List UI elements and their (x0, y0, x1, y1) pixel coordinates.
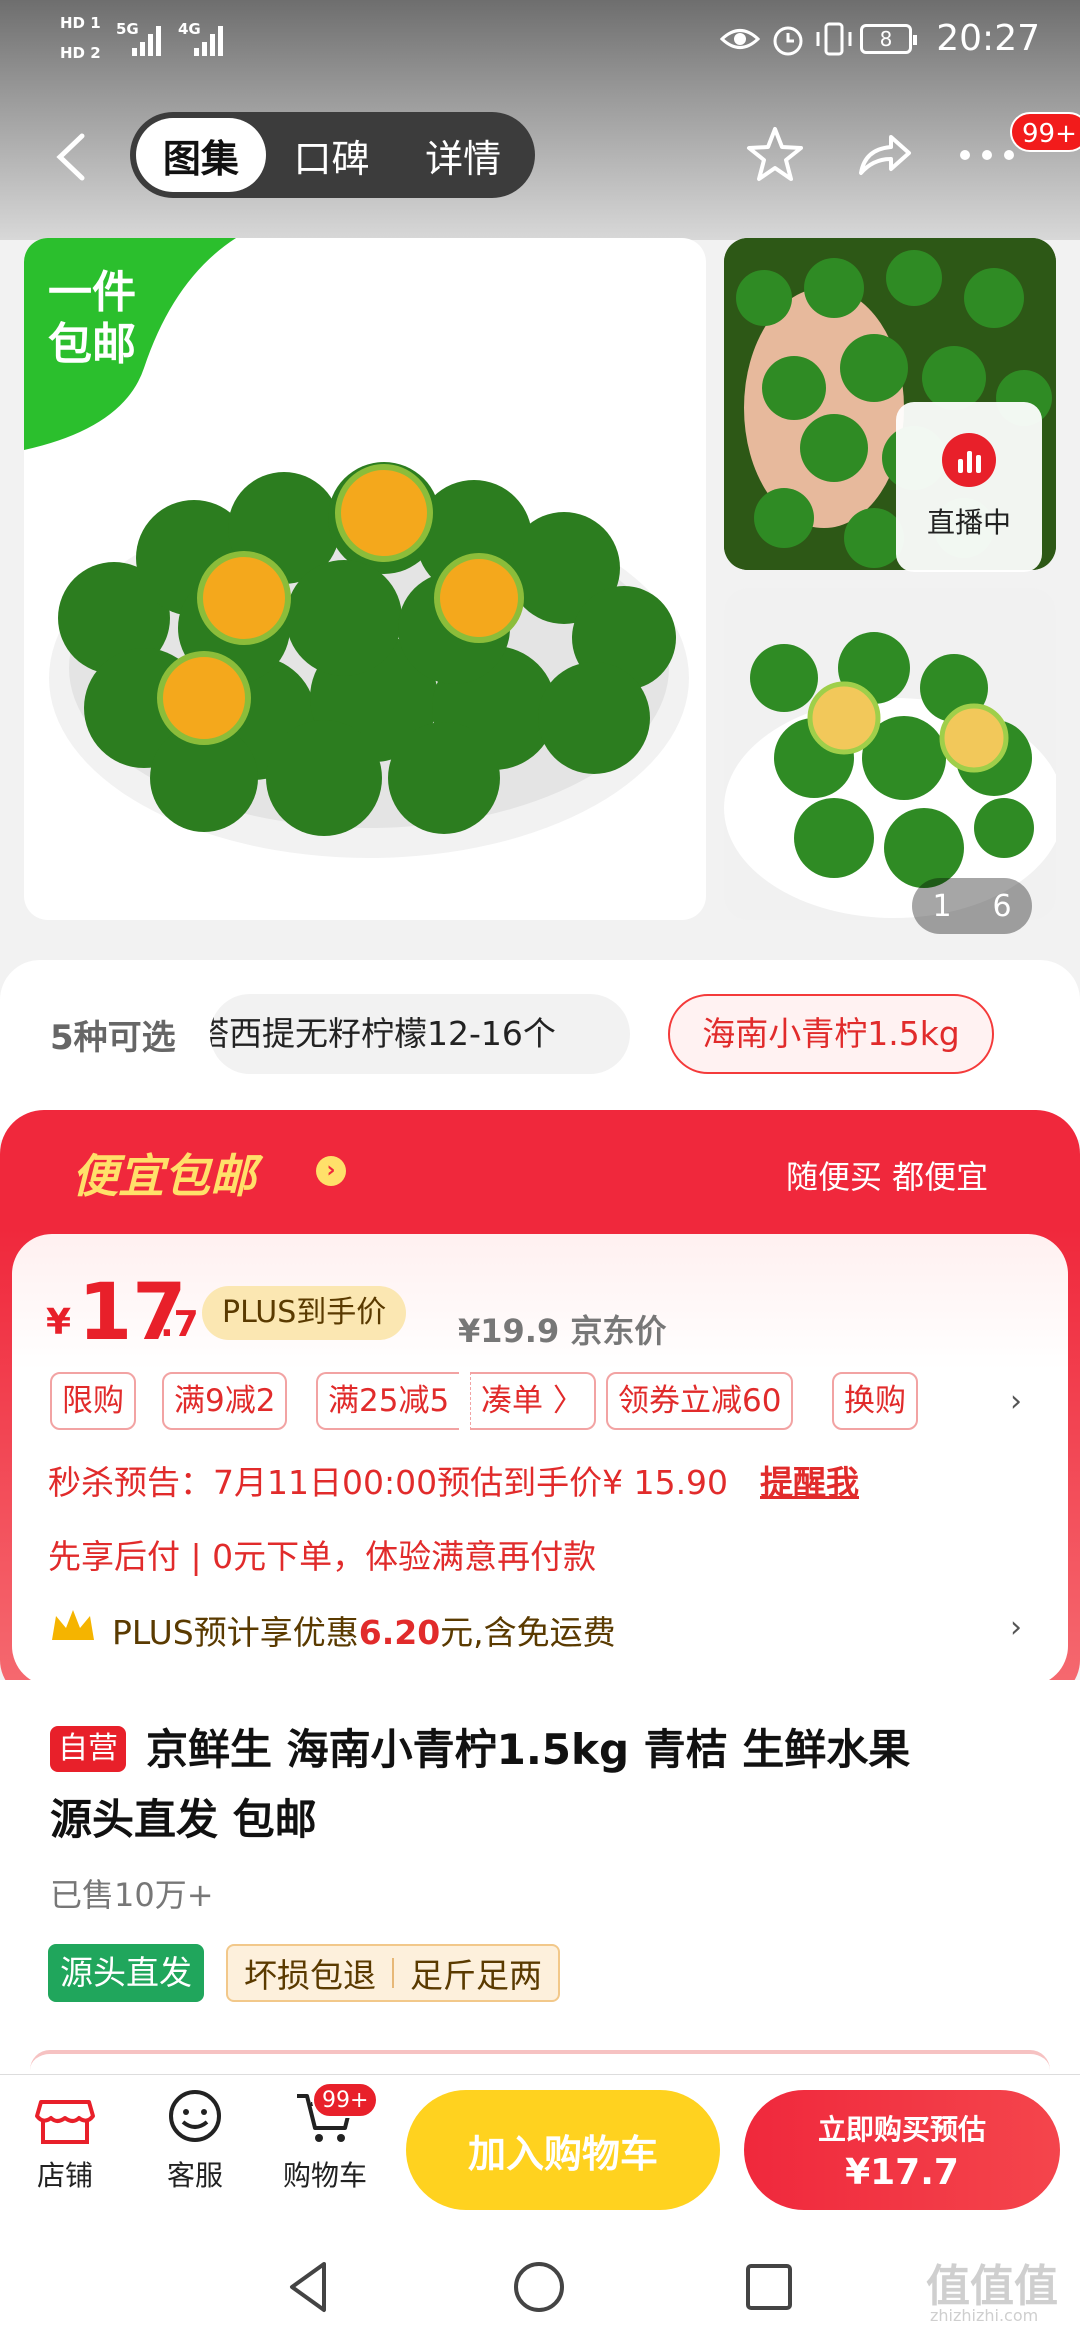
live-icon (942, 433, 996, 487)
variant-count: 5种可选 (50, 1018, 176, 1058)
counter-total: 6 (992, 888, 1012, 924)
tab-details[interactable]: 详情 (397, 118, 529, 192)
promo-line-2: 包邮 (48, 319, 136, 370)
promo-tag-limit[interactable]: 限购 (50, 1372, 136, 1430)
star-icon (747, 127, 803, 181)
variant-option-1[interactable]: 塔西提无籽柠檬12-16个 (210, 994, 630, 1074)
remind-me-link[interactable]: 提醒我 (760, 1456, 859, 1504)
crown-icon (52, 1610, 94, 1640)
shop-label: 店铺 (36, 2159, 93, 2192)
live-stream-badge[interactable]: 直播中 (896, 402, 1042, 572)
gallery-counter: 1 6 (912, 878, 1032, 934)
promo-slogan: 随便买 都便宜 (786, 1158, 989, 1196)
promo-tag-25-5[interactable]: 满25减5 (316, 1372, 460, 1430)
signal-bars-icon (132, 26, 161, 56)
service-label: 客服 (166, 2159, 223, 2192)
cart-count-badge: 99+ (312, 2082, 379, 2118)
plus-suffix: 元,含免运费 (440, 1613, 616, 1652)
add-to-cart-button[interactable]: 加入购物车 (406, 2090, 720, 2210)
promo-arrow-icon[interactable]: › (316, 1156, 346, 1186)
chat-icon (169, 2090, 221, 2142)
watermark-logo: 值值值 (926, 2261, 1058, 2312)
damage-refund-tag: 坏损包退 (244, 1956, 376, 1995)
favorite-button[interactable] (740, 120, 810, 190)
price-currency: ¥ (46, 1302, 72, 1343)
product-title-line-2: 源头直发 包邮 (50, 1795, 317, 1844)
service-tags[interactable]: 坏损包退 足斤足两 (226, 1944, 560, 2002)
direct-ship-tag: 源头直发 (48, 1944, 204, 2002)
live-label: 直播中 (926, 506, 1011, 539)
tab-reviews[interactable]: 口碑 (266, 118, 398, 192)
share-button[interactable] (848, 120, 918, 190)
plus-prefix: PLUS预计享优惠 (112, 1613, 359, 1652)
buy-now-price: ¥17.7 (845, 2151, 959, 2193)
pay-later-notice[interactable]: 先享后付 | 0元下单，体验满意再付款 (48, 1530, 596, 1578)
thumbnail-2[interactable] (724, 588, 1056, 920)
chevron-right-icon[interactable]: › (1010, 1610, 1022, 1645)
share-icon (859, 135, 911, 175)
status-bar: HD 1 HD 2 5G 4G 8 20:27 (0, 0, 1080, 80)
chevron-right-icon[interactable]: › (1010, 1384, 1022, 1419)
plus-price-tag: PLUS到手价 (202, 1286, 407, 1340)
network-hd1: HD 1 (60, 14, 101, 32)
battery-indicator: 8 (860, 24, 917, 54)
eye-icon (720, 29, 760, 49)
network-hd2: HD 2 (60, 44, 101, 62)
tab-gallery[interactable]: 图集 (136, 118, 266, 192)
signal-bars-2-icon (194, 26, 223, 56)
shop-icon (35, 2100, 95, 2144)
plus-benefit[interactable]: PLUS预计享优惠6.20元,含免运费 (112, 1606, 616, 1654)
chevron-left-icon (56, 133, 85, 181)
watermark-url: zhizhizhi.com (930, 2306, 1039, 2325)
vibrate-icon (816, 22, 852, 56)
price-decimal: .7 (160, 1304, 199, 1345)
promo-tag-9-2[interactable]: 满9减2 (162, 1372, 288, 1430)
alarm-icon (773, 26, 803, 56)
limes-bowl-illustration (724, 588, 1056, 920)
nav-home-icon[interactable] (504, 2252, 574, 2322)
sold-count: 已售10万+ (50, 1876, 214, 1914)
service-button[interactable]: 客服 (140, 2088, 250, 2194)
view-tabs: 图集 口碑 详情 (130, 112, 535, 198)
counter-current: 1 (932, 888, 952, 924)
buy-now-label: 立即购买预估 (817, 2112, 986, 2146)
promo-tag-coupon[interactable]: 领券立减60 (606, 1372, 794, 1430)
shop-button[interactable]: 店铺 (10, 2088, 120, 2194)
clock: 20:27 (936, 18, 1040, 59)
nav-back-icon[interactable] (274, 2252, 344, 2322)
jd-price: ¥19.9 京东价 (458, 1312, 667, 1350)
nav-recents-icon[interactable] (734, 2252, 804, 2322)
promo-tag-exchange[interactable]: 换购 (832, 1372, 918, 1430)
plus-amount: 6.20 (358, 1613, 441, 1652)
message-badge: 99+ (1010, 112, 1080, 152)
free-shipping-corner: 一件 包邮 (24, 238, 236, 450)
buy-now-button[interactable]: 立即购买预估 ¥17.7 (744, 2090, 1060, 2210)
variant-option-2-selected[interactable]: 海南小青柠1.5kg (668, 994, 994, 1074)
product-title-line-1: 京鲜生 海南小青柠1.5kg 青桔 生鲜水果 (146, 1725, 911, 1774)
full-weight-tag: 足斤足两 (410, 1956, 542, 1995)
back-button[interactable] (42, 122, 102, 192)
flash-sale-notice: 秒杀预告：7月11日00:00预估到手价¥ 15.90 (48, 1463, 729, 1502)
promo-tag-combine[interactable]: 凑单 〉 (470, 1372, 596, 1430)
more-dots-icon (960, 150, 1014, 160)
promo-title[interactable]: 便宜包邮 (72, 1140, 256, 1206)
variant-option-1-label: 塔西提无籽柠檬12-16个 (210, 1014, 556, 1053)
self-operated-badge: 自营 (50, 1726, 126, 1772)
cart-label: 购物车 (282, 2159, 367, 2192)
main-product-image[interactable]: 一件 包邮 (24, 238, 706, 920)
